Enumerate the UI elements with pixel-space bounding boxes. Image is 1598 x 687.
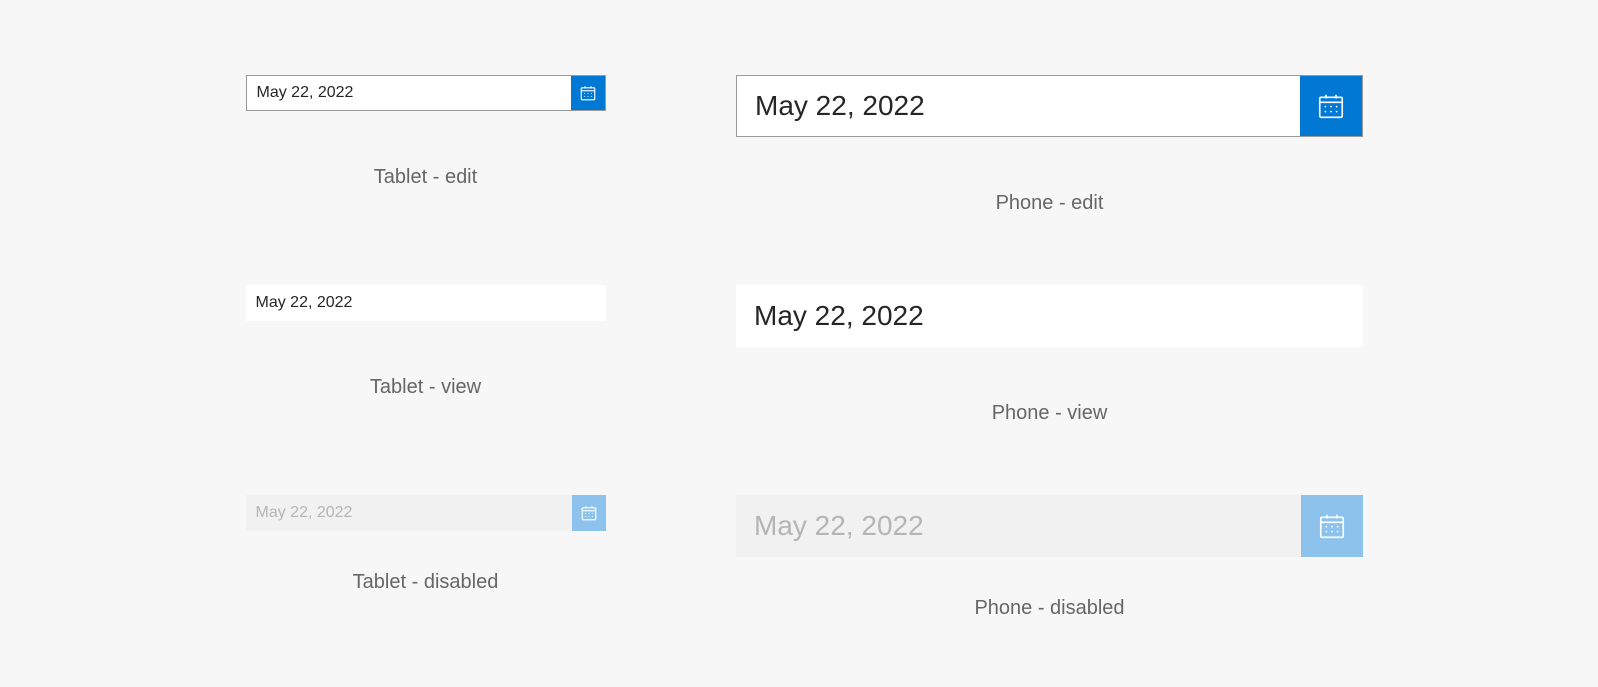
date-value: May 22, 2022 (736, 495, 1301, 557)
calendar-button (572, 495, 606, 531)
datepicker-phone-view: May 22, 2022 (736, 285, 1363, 347)
calendar-icon (1317, 511, 1347, 541)
date-value: May 22, 2022 (246, 285, 606, 321)
datepicker-phone-edit[interactable]: May 22, 2022 (736, 75, 1363, 137)
calendar-button[interactable] (1300, 76, 1362, 136)
datepicker-tablet-edit[interactable]: May 22, 2022 (246, 75, 606, 111)
caption-phone-disabled: Phone - disabled (974, 597, 1124, 620)
calendar-button[interactable] (571, 76, 605, 110)
cell-tablet-edit: May 22, 2022 (235, 75, 616, 215)
cell-phone-edit: May 22, 2022 (736, 75, 1363, 215)
date-value[interactable]: May 22, 2022 (737, 76, 1300, 136)
calendar-icon (580, 504, 598, 522)
datepicker-tablet-view: May 22, 2022 (246, 285, 606, 321)
caption-tablet-edit: Tablet - edit (374, 166, 477, 189)
datepicker-phone-disabled: May 22, 2022 (736, 495, 1363, 557)
date-value: May 22, 2022 (736, 285, 1363, 347)
date-value: May 22, 2022 (246, 495, 572, 531)
cell-tablet-view: May 22, 2022 Tablet - view (235, 285, 616, 425)
cell-tablet-disabled: May 22, 2022 (235, 495, 616, 620)
caption-tablet-disabled: Tablet - disabled (353, 571, 499, 594)
date-value[interactable]: May 22, 2022 (247, 76, 571, 110)
calendar-icon (579, 84, 597, 102)
caption-phone-edit: Phone - edit (996, 192, 1104, 215)
caption-tablet-view: Tablet - view (370, 376, 481, 399)
variant-grid: May 22, 2022 (0, 0, 1598, 680)
caption-phone-view: Phone - view (992, 402, 1108, 425)
calendar-icon (1316, 91, 1346, 121)
cell-phone-view: May 22, 2022 Phone - view (736, 285, 1363, 425)
datepicker-tablet-disabled: May 22, 2022 (246, 495, 606, 531)
cell-phone-disabled: May 22, 2022 (736, 495, 1363, 620)
calendar-button (1301, 495, 1363, 557)
